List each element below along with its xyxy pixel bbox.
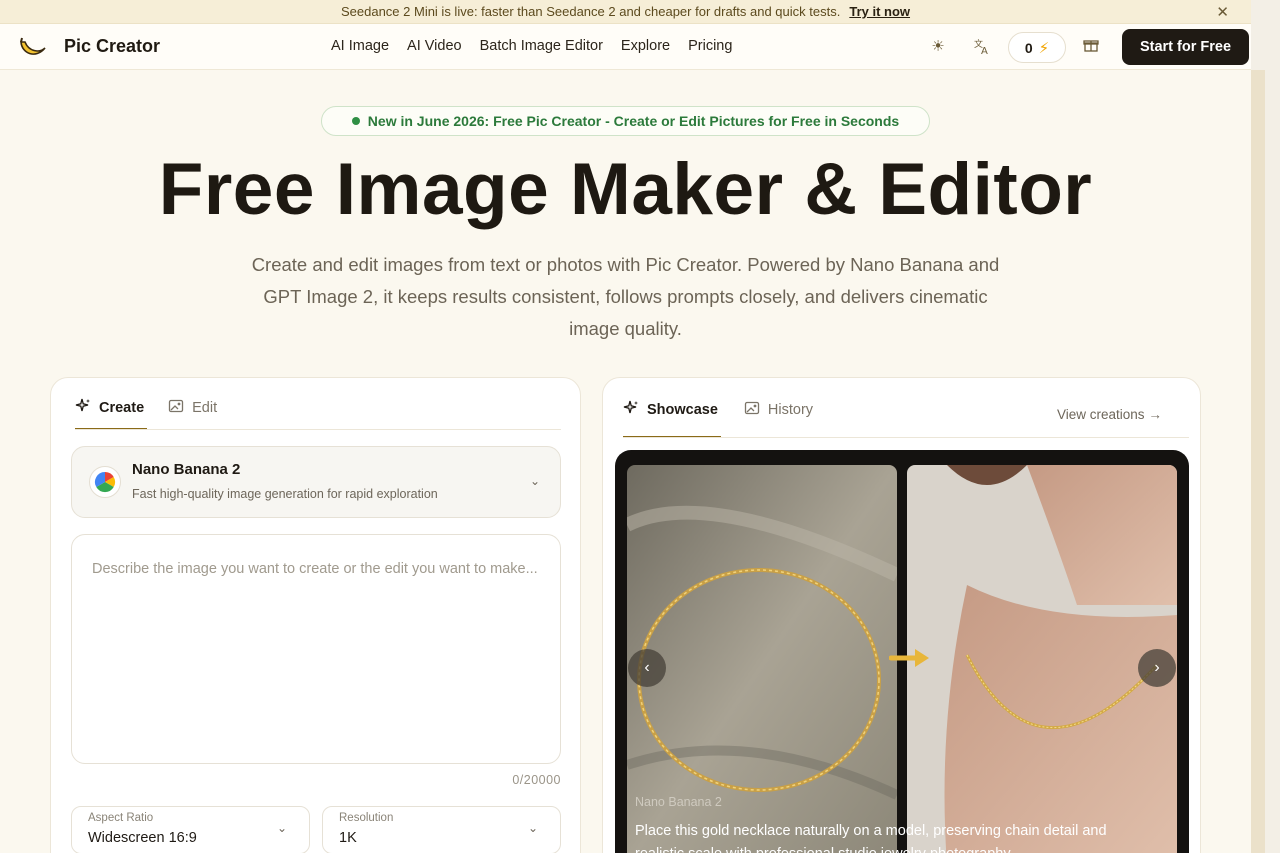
nav-link-ai-image[interactable]: AI Image — [331, 38, 389, 54]
showcase-caption: Place this gold necklace naturally on a … — [635, 823, 1107, 853]
image-edit-icon — [168, 398, 184, 418]
announcement-text: Seedance 2 Mini is live: faster than See… — [340, 4, 841, 19]
credits-count: 0 — [1024, 39, 1033, 56]
page-title: Free Image Maker & Editor — [158, 149, 1093, 230]
creator-tabs: Create Edit — [75, 396, 217, 420]
nav-link-ai-video[interactable]: AI Video — [407, 38, 462, 54]
bolt-icon: ⚡ — [1038, 39, 1050, 57]
page-scrollbar[interactable] — [1251, 0, 1280, 853]
aspect-ratio-select[interactable]: Aspect Ratio Widescreen 16:9 ⌄ — [71, 806, 310, 853]
image-icon — [744, 400, 760, 420]
top-navigation: Pic Creator AI Image AI Video Batch Imag… — [0, 24, 1251, 70]
arrow-right-icon: → — [1148, 407, 1162, 422]
tab-history-label: History — [767, 402, 814, 418]
main-nav: AI Image AI Video Batch Image Editor Exp… — [331, 38, 732, 54]
resolution-select[interactable]: Resolution 1K ⌄ — [322, 806, 561, 853]
showcase-tabs: Showcase History — [623, 398, 813, 422]
hero-announcement-badge: New in June 2026: Free Pic Creator - Cre… — [321, 106, 930, 136]
tab-create-label: Create — [99, 400, 145, 416]
chevron-down-icon: ⌄ — [528, 821, 539, 835]
tabs-divider — [623, 437, 1189, 438]
scrollbar-thumb[interactable] — [1251, 70, 1265, 853]
previous-slide-button[interactable]: ‹ — [628, 649, 666, 687]
start-for-free-button[interactable]: Start for Free — [1122, 29, 1249, 65]
showcase-carousel: ‹ › Nano Banana 2 Place this gold neckla… — [615, 450, 1189, 853]
arrow-right-icon — [889, 649, 929, 667]
svg-text:A: A — [981, 46, 988, 55]
prompt-input[interactable] — [72, 535, 560, 763]
tab-history[interactable]: History — [744, 398, 813, 422]
tab-showcase-label: Showcase — [647, 402, 718, 418]
banana-logo-icon[interactable] — [18, 34, 48, 60]
credits-badge[interactable]: 0 ⚡ — [1008, 32, 1066, 63]
character-counter: 0/20000 — [512, 773, 561, 787]
close-icon[interactable]: ✕ — [1216, 3, 1229, 21]
tab-edit[interactable]: Edit — [168, 396, 217, 420]
creator-panel: Create Edit Nano Banana 2 Fast high-qual… — [50, 377, 581, 853]
nav-link-pricing[interactable]: Pricing — [688, 38, 732, 54]
tabs-divider — [75, 429, 561, 430]
status-dot-icon — [351, 117, 360, 125]
showcase-panel: Showcase History View creations → ‹ › Na… — [602, 377, 1201, 853]
model-logo-icon — [89, 466, 121, 498]
hero-badge-text: New in June 2026: Free Pic Creator - Cre… — [367, 113, 900, 129]
tab-create[interactable]: Create — [75, 396, 144, 420]
sparkle-icon — [75, 398, 91, 418]
prompt-field — [71, 534, 561, 764]
resolution-value: 1K — [339, 830, 357, 846]
after-image — [907, 465, 1177, 853]
resolution-label: Resolution — [339, 812, 394, 824]
chevron-down-icon: ⌄ — [277, 821, 288, 835]
nav-link-explore[interactable]: Explore — [621, 38, 670, 54]
sparkle-icon — [623, 400, 639, 420]
view-creations-link[interactable]: View creations → — [1057, 407, 1162, 422]
aspect-ratio-label: Aspect Ratio — [88, 812, 154, 824]
translate-icon[interactable]: 文A — [972, 37, 992, 57]
showcase-model-name: Nano Banana 2 — [635, 795, 722, 809]
tab-showcase[interactable]: Showcase — [623, 398, 718, 422]
hero-subtitle: Create and edit images from text or phot… — [251, 254, 1000, 339]
chevron-down-icon: ⌄ — [530, 474, 541, 488]
try-it-now-link[interactable]: Try it now — [849, 4, 910, 19]
tab-edit-label: Edit — [192, 400, 218, 416]
model-selector[interactable]: Nano Banana 2 Fast high-quality image ge… — [71, 446, 561, 518]
view-creations-label: View creations — [1057, 407, 1145, 422]
gift-icon[interactable] — [1081, 37, 1101, 57]
model-name: Nano Banana 2 — [132, 461, 241, 478]
sun-icon[interactable]: ☀ — [928, 37, 948, 57]
nav-link-batch-image-editor[interactable]: Batch Image Editor — [480, 38, 603, 54]
aspect-ratio-value: Widescreen 16:9 — [88, 830, 197, 846]
announcement-bar: Seedance 2 Mini is live: faster than See… — [0, 0, 1251, 24]
model-description: Fast high-quality image generation for r… — [132, 487, 438, 501]
brand-name[interactable]: Pic Creator — [64, 36, 160, 57]
next-slide-button[interactable]: › — [1138, 649, 1176, 687]
